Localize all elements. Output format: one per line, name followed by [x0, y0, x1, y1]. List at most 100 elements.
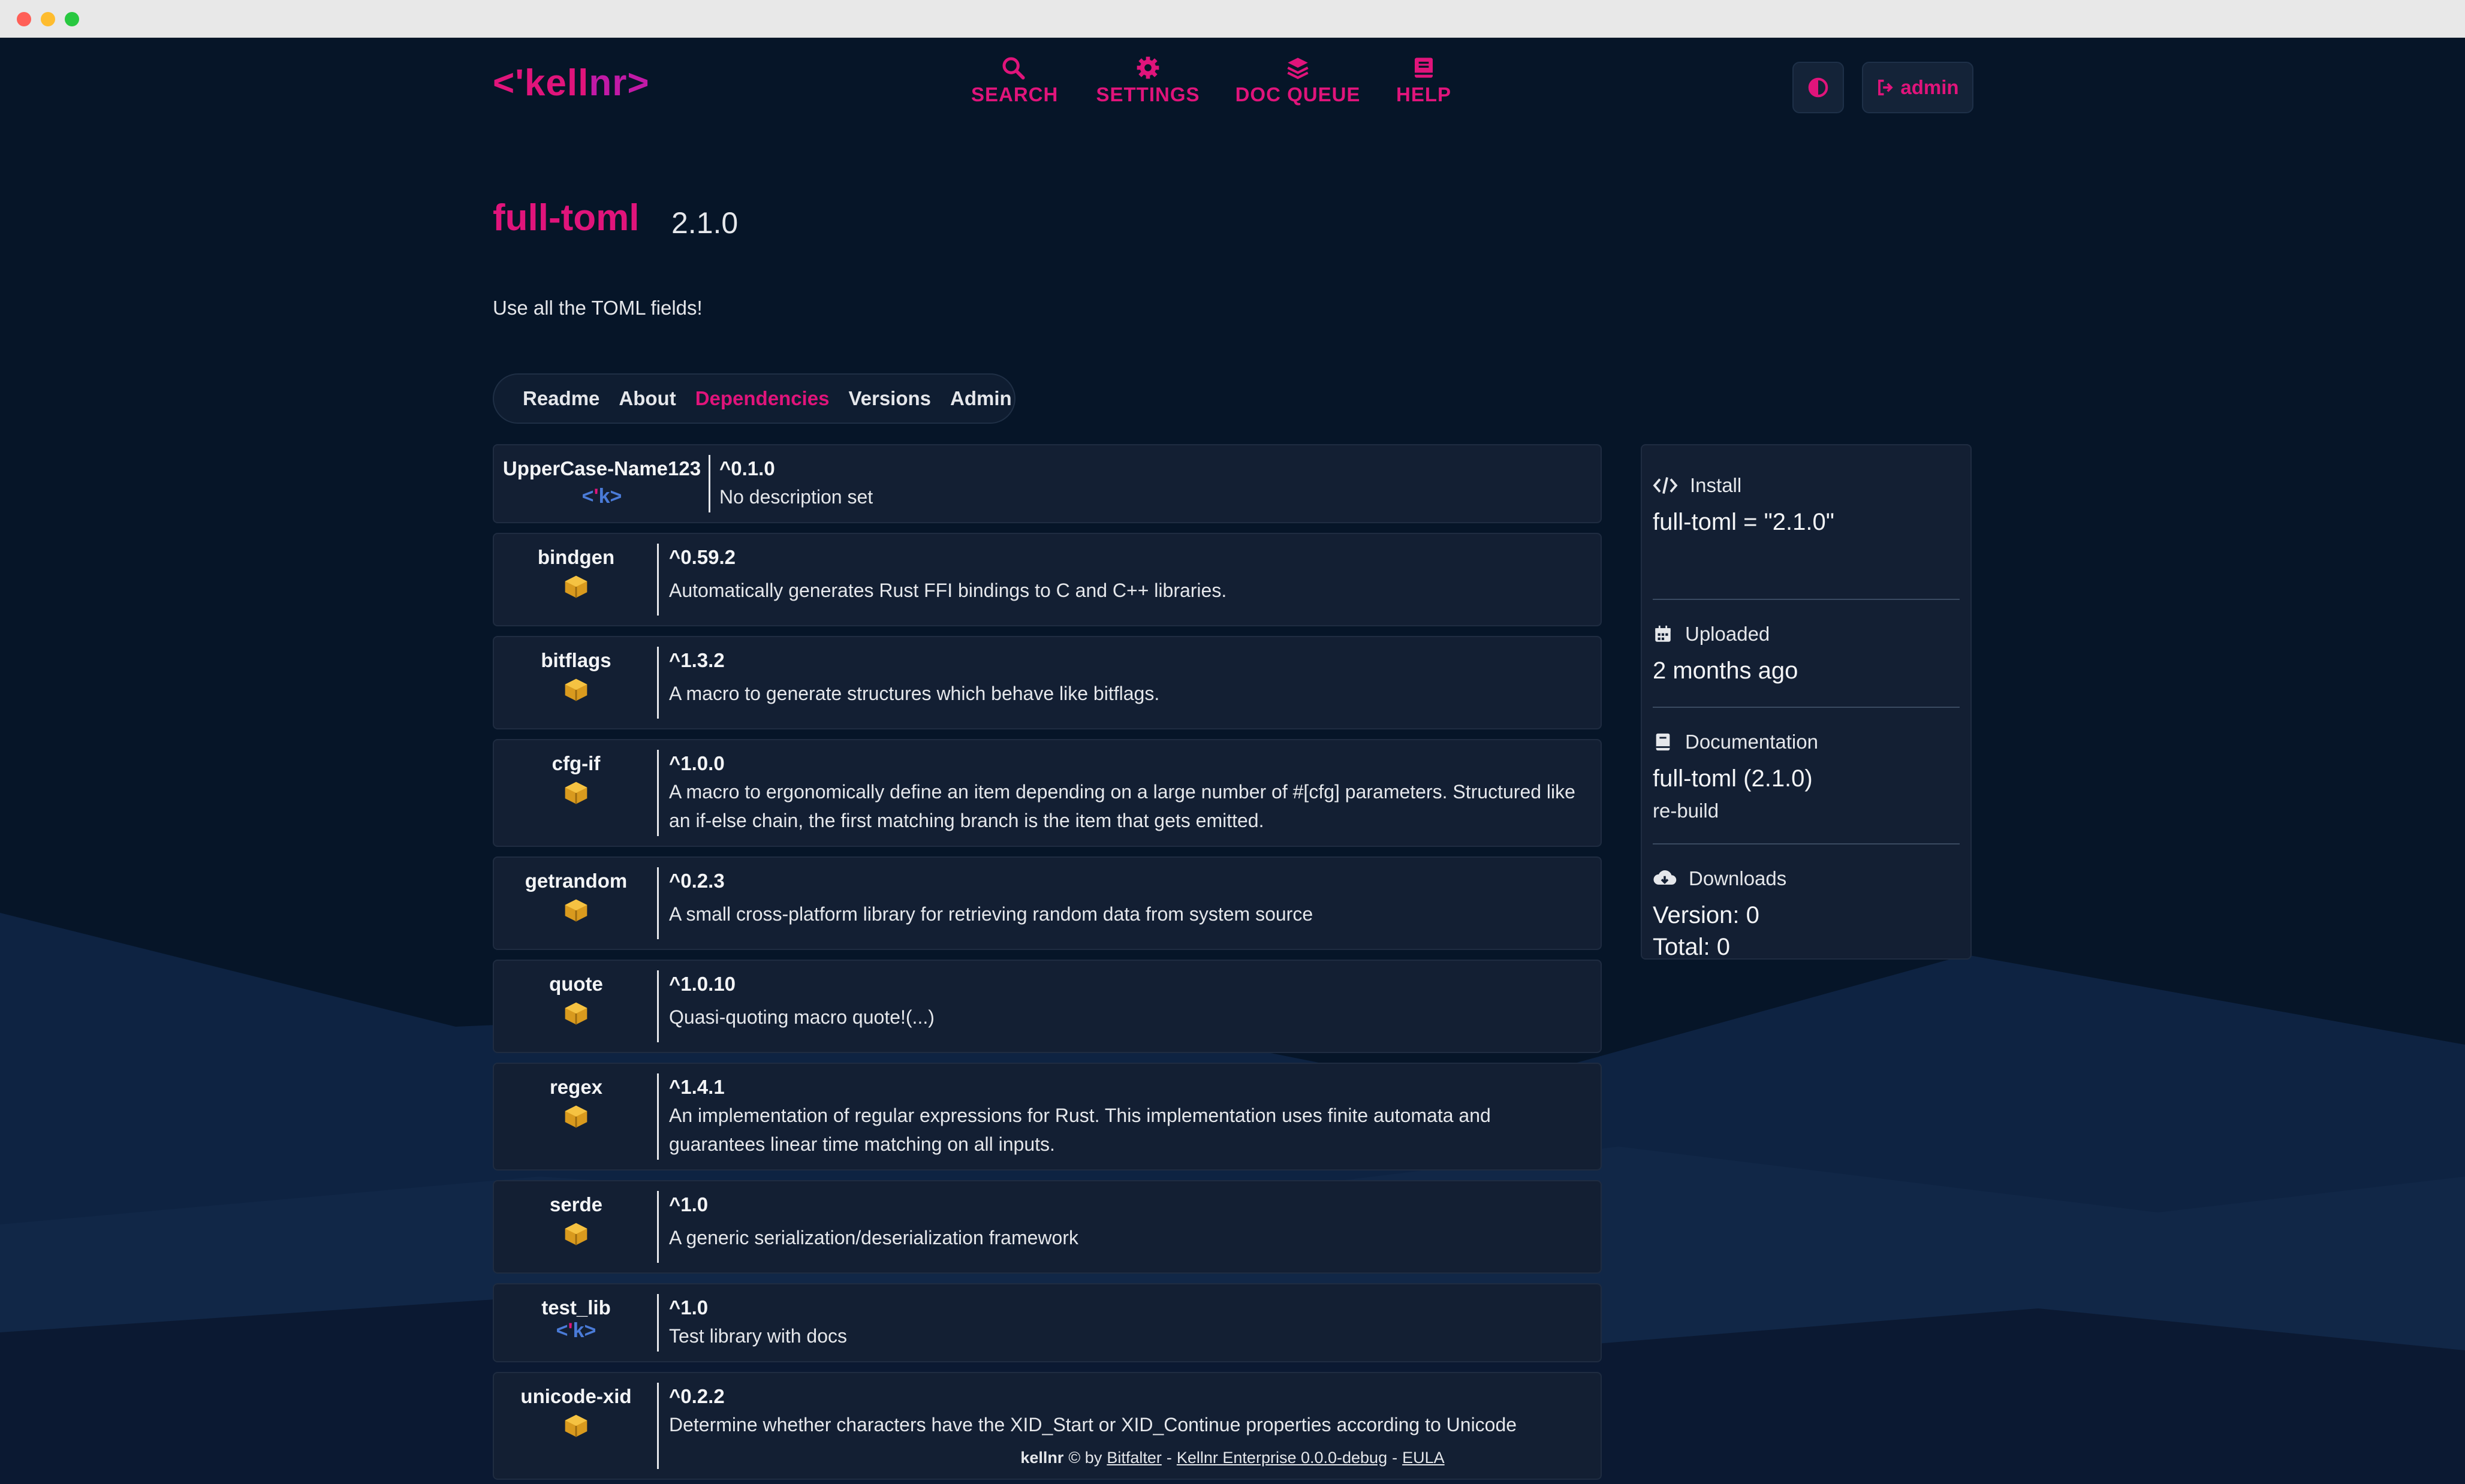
- crate-icon: [494, 1103, 658, 1133]
- gear-icon: [1137, 56, 1159, 79]
- divider: [1653, 599, 1960, 600]
- dependency-version: ^1.0: [669, 1193, 709, 1215]
- dependency-separator: [657, 970, 659, 1042]
- install-snippet[interactable]: full-toml = "2.1.0": [1653, 509, 1960, 536]
- crate-icon: [494, 780, 658, 809]
- nav-help[interactable]: HELP: [1394, 56, 1454, 106]
- downloads-version: Version: 0: [1653, 902, 1759, 928]
- tab-dependencies[interactable]: Dependencies: [695, 387, 830, 410]
- tab-readme[interactable]: Readme: [523, 387, 599, 410]
- nav-doc-queue-label: DOC QUEUE: [1235, 83, 1361, 105]
- footer-eula-link[interactable]: EULA: [1402, 1449, 1445, 1467]
- dependency-card[interactable]: bindgen ^0.59.2 Automatically generates …: [493, 533, 1602, 626]
- kellnr-logo[interactable]: <'kellnr>: [493, 62, 650, 104]
- search-icon: [1002, 57, 1025, 80]
- dependency-description: An implementation of regular expressions…: [669, 1105, 1491, 1155]
- footer-separator: -: [1392, 1448, 1398, 1467]
- dependency-description: A small cross-platform library for retri…: [669, 903, 1313, 925]
- dependency-version: ^0.1.0: [719, 457, 775, 479]
- dependency-separator: [657, 750, 659, 836]
- rebuild-docs-link[interactable]: re-build: [1653, 800, 1960, 822]
- crate-icon: [494, 677, 658, 706]
- dependency-card[interactable]: cfg-if ^1.0.0 A macro to ergonomically d…: [493, 739, 1602, 847]
- downloads-total: Total: 0: [1653, 934, 1730, 960]
- code-icon: [1653, 477, 1678, 494]
- admin-label: admin: [1900, 76, 1959, 98]
- dependency-name: unicode-xid: [520, 1385, 632, 1407]
- tab-admin[interactable]: Admin: [950, 387, 1012, 410]
- dependency-description: Quasi-quoting macro quote!(...): [669, 1006, 935, 1028]
- dependency-card[interactable]: regex ^1.4.1 An implementation of regula…: [493, 1063, 1602, 1171]
- dependency-version: ^0.59.2: [669, 546, 736, 568]
- footer-separator: -: [1166, 1448, 1172, 1467]
- footer-brand: kellnr: [1020, 1448, 1064, 1467]
- footer: kellnr © by Bitfalter - Kellnr Enterpris…: [0, 1431, 2465, 1484]
- dependency-separator: [657, 867, 659, 939]
- kellnr-icon: <'k>: [581, 485, 622, 508]
- divider: [1653, 707, 1960, 708]
- footer-copyright: © by: [1068, 1448, 1102, 1467]
- footer-edition-link[interactable]: Kellnr Enterprise 0.0.0-debug: [1177, 1449, 1387, 1467]
- footer-company-link[interactable]: Bitfalter: [1107, 1449, 1162, 1467]
- crate-icon: [494, 1221, 658, 1250]
- dependency-card[interactable]: getrandom ^0.2.3 A small cross-platform …: [493, 856, 1602, 950]
- layers-icon: [1287, 58, 1309, 79]
- book-icon: [1415, 58, 1433, 78]
- crate-name: full-toml: [493, 197, 640, 239]
- dependency-version: ^1.4.1: [669, 1076, 725, 1098]
- uploaded-value: 2 months ago: [1653, 657, 1798, 684]
- dependency-separator: [657, 647, 659, 719]
- nav-doc-queue[interactable]: DOC QUEUE: [1235, 56, 1361, 106]
- dependency-version: ^0.2.3: [669, 870, 725, 892]
- minimize-window-button[interactable]: [41, 12, 55, 26]
- dependency-name: getrandom: [525, 870, 628, 892]
- dependency-separator: [657, 1294, 659, 1352]
- dependency-description: A generic serialization/deserialization …: [669, 1227, 1078, 1248]
- theme-toggle-button[interactable]: [1792, 62, 1844, 113]
- crate-icon: [494, 1000, 658, 1030]
- crate-icon: [494, 897, 658, 927]
- dependency-card[interactable]: serde ^1.0 A generic serialization/deser…: [493, 1180, 1602, 1274]
- dependency-separator: [709, 455, 710, 512]
- dependency-version: ^1.0.0: [669, 752, 725, 774]
- dependency-name: regex: [549, 1076, 603, 1098]
- contrast-icon: [1808, 77, 1828, 98]
- book-icon: [1656, 733, 1670, 751]
- dependency-card[interactable]: quote ^1.0.10 Quasi-quoting macro quote!…: [493, 960, 1602, 1053]
- crate-icon: [494, 574, 658, 603]
- dependency-description: Test library with docs: [669, 1325, 847, 1347]
- logout-icon: [1878, 79, 1894, 96]
- admin-logout-button[interactable]: admin: [1862, 62, 1973, 113]
- nav-search[interactable]: SEARCH: [971, 56, 1059, 106]
- nav-settings[interactable]: SETTINGS: [1091, 56, 1205, 106]
- dependency-version: ^1.3.2: [669, 649, 725, 671]
- dependency-card[interactable]: bitflags ^1.3.2 A macro to generate stru…: [493, 636, 1602, 729]
- kellnr-icon: <'k>: [556, 1319, 596, 1342]
- dependency-separator: [657, 1073, 659, 1160]
- cloud-download-icon: [1653, 870, 1677, 885]
- dependency-version: ^1.0.10: [669, 973, 736, 995]
- crate-version: 2.1.0: [671, 206, 739, 240]
- crate-tabs: Readme About Dependencies Versions Admin: [493, 373, 1015, 424]
- dependency-description: A macro to ergonomically define an item …: [669, 781, 1575, 831]
- divider: [1653, 843, 1960, 844]
- close-window-button[interactable]: [17, 12, 31, 26]
- dependency-name: serde: [549, 1193, 603, 1215]
- dependency-description: No description set: [719, 486, 873, 508]
- tab-about[interactable]: About: [619, 387, 676, 410]
- dependency-card[interactable]: UpperCase-Name123 <'k> ^0.1.0 No descrip…: [493, 444, 1602, 523]
- documentation-link[interactable]: full-toml (2.1.0): [1653, 765, 1960, 792]
- dependency-card[interactable]: test_lib <'k> ^1.0 Test library with doc…: [493, 1283, 1602, 1362]
- dependency-name: bitflags: [541, 649, 611, 671]
- tab-versions[interactable]: Versions: [848, 387, 931, 410]
- dependency-name: test_lib: [541, 1296, 611, 1319]
- dependency-separator: [657, 544, 659, 616]
- maximize-window-button[interactable]: [65, 12, 79, 26]
- dependency-version: ^1.0: [669, 1296, 709, 1319]
- dependency-description: A macro to generate structures which beh…: [669, 683, 1160, 704]
- uploaded-label: Uploaded: [1685, 623, 1770, 645]
- dependency-name: cfg-if: [552, 752, 601, 774]
- page: <'kellnr> SEARCH SETTINGS DOC QUEUE HELP…: [0, 38, 2465, 1484]
- install-label: Install: [1690, 474, 1742, 496]
- nav-search-label: SEARCH: [971, 83, 1059, 105]
